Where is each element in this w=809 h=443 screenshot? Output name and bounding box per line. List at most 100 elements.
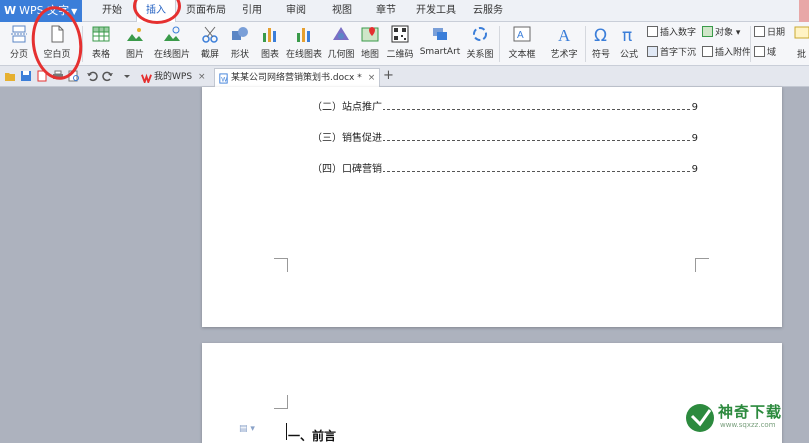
page-break-icon: [11, 25, 27, 43]
document-icon: W: [219, 73, 228, 84]
paragraph-layout-icon[interactable]: ▤ ▾: [239, 424, 255, 434]
margin-corner-mark: [274, 258, 288, 272]
drop-cap-button[interactable]: 首字下沉: [647, 46, 696, 60]
picture-label: 图片: [125, 50, 144, 60]
toc-entry-text: （二）站点推广: [312, 102, 383, 113]
relation-button[interactable]: 关系图: [464, 22, 496, 66]
margin-corner-mark: [274, 395, 288, 409]
shape-button[interactable]: 形状: [226, 22, 254, 66]
online-chart-icon: [297, 28, 310, 42]
redo-icon[interactable]: [102, 70, 114, 82]
tab-home[interactable]: 开始: [92, 0, 132, 22]
number-icon: [647, 26, 658, 37]
ribbon-divider: [750, 26, 751, 62]
document-page[interactable]: （二）站点推广 9 （三）销售促进 9 （四）口碑营销 9: [202, 87, 782, 327]
table-button[interactable]: 表格: [86, 22, 116, 66]
picture-button[interactable]: 图片: [120, 22, 150, 66]
omega-icon: Ω: [594, 26, 607, 43]
geometry-button[interactable]: 几何图: [326, 22, 356, 66]
new-tab-button[interactable]: +: [383, 68, 394, 84]
object-icon: [702, 26, 713, 37]
map-icon: [361, 27, 379, 42]
svg-text:Ω: Ω: [594, 26, 607, 43]
tab-label: 我的WPS: [154, 72, 193, 82]
field-button[interactable]: 域: [754, 46, 776, 60]
tab-view[interactable]: 视图: [324, 0, 360, 22]
screenshot-button[interactable]: 截屏: [196, 22, 224, 66]
online-picture-button[interactable]: 在线图片: [152, 22, 192, 66]
toc-page-number: 9: [690, 132, 698, 146]
close-icon[interactable]: ×: [198, 72, 206, 82]
toc-page-number: 9: [690, 101, 698, 115]
page-break-label: 分页: [9, 50, 28, 60]
toc-entry[interactable]: （四）口碑营销 9: [312, 163, 698, 177]
drop-cap-label: 首字下沉: [660, 48, 697, 58]
svg-text:π: π: [622, 26, 632, 43]
attachment-label: 插入附件: [715, 48, 752, 58]
svg-text:A: A: [558, 26, 571, 43]
attachment-button[interactable]: 插入附件: [702, 46, 751, 60]
textbox-button[interactable]: A 文本框: [502, 22, 542, 66]
save-icon[interactable]: [20, 70, 32, 82]
online-chart-label: 在线图表: [285, 50, 322, 60]
open-folder-icon[interactable]: [4, 70, 16, 82]
table-icon: [92, 26, 110, 42]
comment-icon: [794, 26, 809, 39]
table-label: 表格: [91, 50, 110, 60]
tab-developer[interactable]: 开发工具: [412, 0, 460, 22]
toc-entry[interactable]: （二）站点推广 9: [312, 101, 698, 115]
formula-label: 公式: [619, 50, 638, 60]
smartart-button[interactable]: SmartArt: [418, 22, 462, 66]
tab-page-layout[interactable]: 页面布局: [180, 0, 232, 22]
online-picture-label: 在线图片: [153, 50, 190, 60]
textbox-label: 文本框: [508, 50, 536, 60]
tab-cloud[interactable]: 云服务: [466, 0, 510, 22]
section-heading[interactable]: 一、前言: [288, 427, 336, 443]
qrcode-button[interactable]: 二维码: [384, 22, 416, 66]
wordart-button[interactable]: A 艺术字: [544, 22, 584, 66]
close-icon[interactable]: ×: [368, 73, 376, 83]
insert-number-label: 插入数字: [660, 28, 697, 38]
text-cursor: [286, 423, 287, 440]
ribbon-divider: [499, 26, 500, 62]
page-break-button[interactable]: 分页: [3, 22, 35, 66]
field-icon: [754, 46, 765, 57]
map-label: 地图: [360, 50, 379, 60]
calendar-icon: [754, 26, 765, 37]
undo-icon[interactable]: [86, 70, 98, 82]
tab-my-wps[interactable]: 我的WPS ×: [138, 68, 212, 87]
tab-chapter[interactable]: 章节: [368, 0, 404, 22]
tab-references[interactable]: 引用: [234, 0, 270, 22]
customize-toolbar-icon[interactable]: [121, 70, 133, 82]
shape-label: 形状: [230, 50, 249, 60]
insert-number-button[interactable]: 插入数字: [647, 26, 696, 40]
tab-label: 某某公司网络营销策划书.docx *: [231, 73, 362, 83]
field-label: 域: [767, 48, 777, 58]
relation-icon: [473, 27, 487, 41]
shape-icon: [232, 27, 248, 40]
symbol-button[interactable]: Ω 符号: [588, 22, 614, 66]
date-button[interactable]: 日期: [754, 26, 785, 40]
tab-active-document[interactable]: W 某某公司网络营销策划书.docx * ×: [214, 68, 380, 87]
object-label: 对象: [715, 28, 734, 38]
formula-button[interactable]: π 公式: [616, 22, 642, 66]
comment-button[interactable]: 批: [794, 22, 809, 66]
online-chart-button[interactable]: 在线图表: [284, 22, 324, 66]
svg-text:W: W: [221, 76, 228, 83]
ribbon-divider: [585, 26, 586, 62]
wps-home-icon: [141, 73, 152, 83]
chart-button[interactable]: 图表: [256, 22, 284, 66]
wps-logo-icon: W: [4, 4, 17, 17]
toc-entry[interactable]: （三）销售促进 9: [312, 132, 698, 146]
toc-page-number: 9: [690, 163, 698, 177]
online-picture-icon: [164, 26, 180, 41]
scissors-icon: [202, 26, 218, 43]
object-button[interactable]: 对象 ▾: [702, 26, 740, 40]
tab-review[interactable]: 审阅: [278, 0, 314, 22]
map-button[interactable]: 地图: [358, 22, 382, 66]
qrcode-label: 二维码: [386, 50, 414, 60]
relation-label: 关系图: [466, 50, 494, 60]
screenshot-label: 截屏: [200, 50, 219, 60]
comment-label: 批: [796, 50, 806, 60]
window-control[interactable]: [799, 0, 809, 22]
